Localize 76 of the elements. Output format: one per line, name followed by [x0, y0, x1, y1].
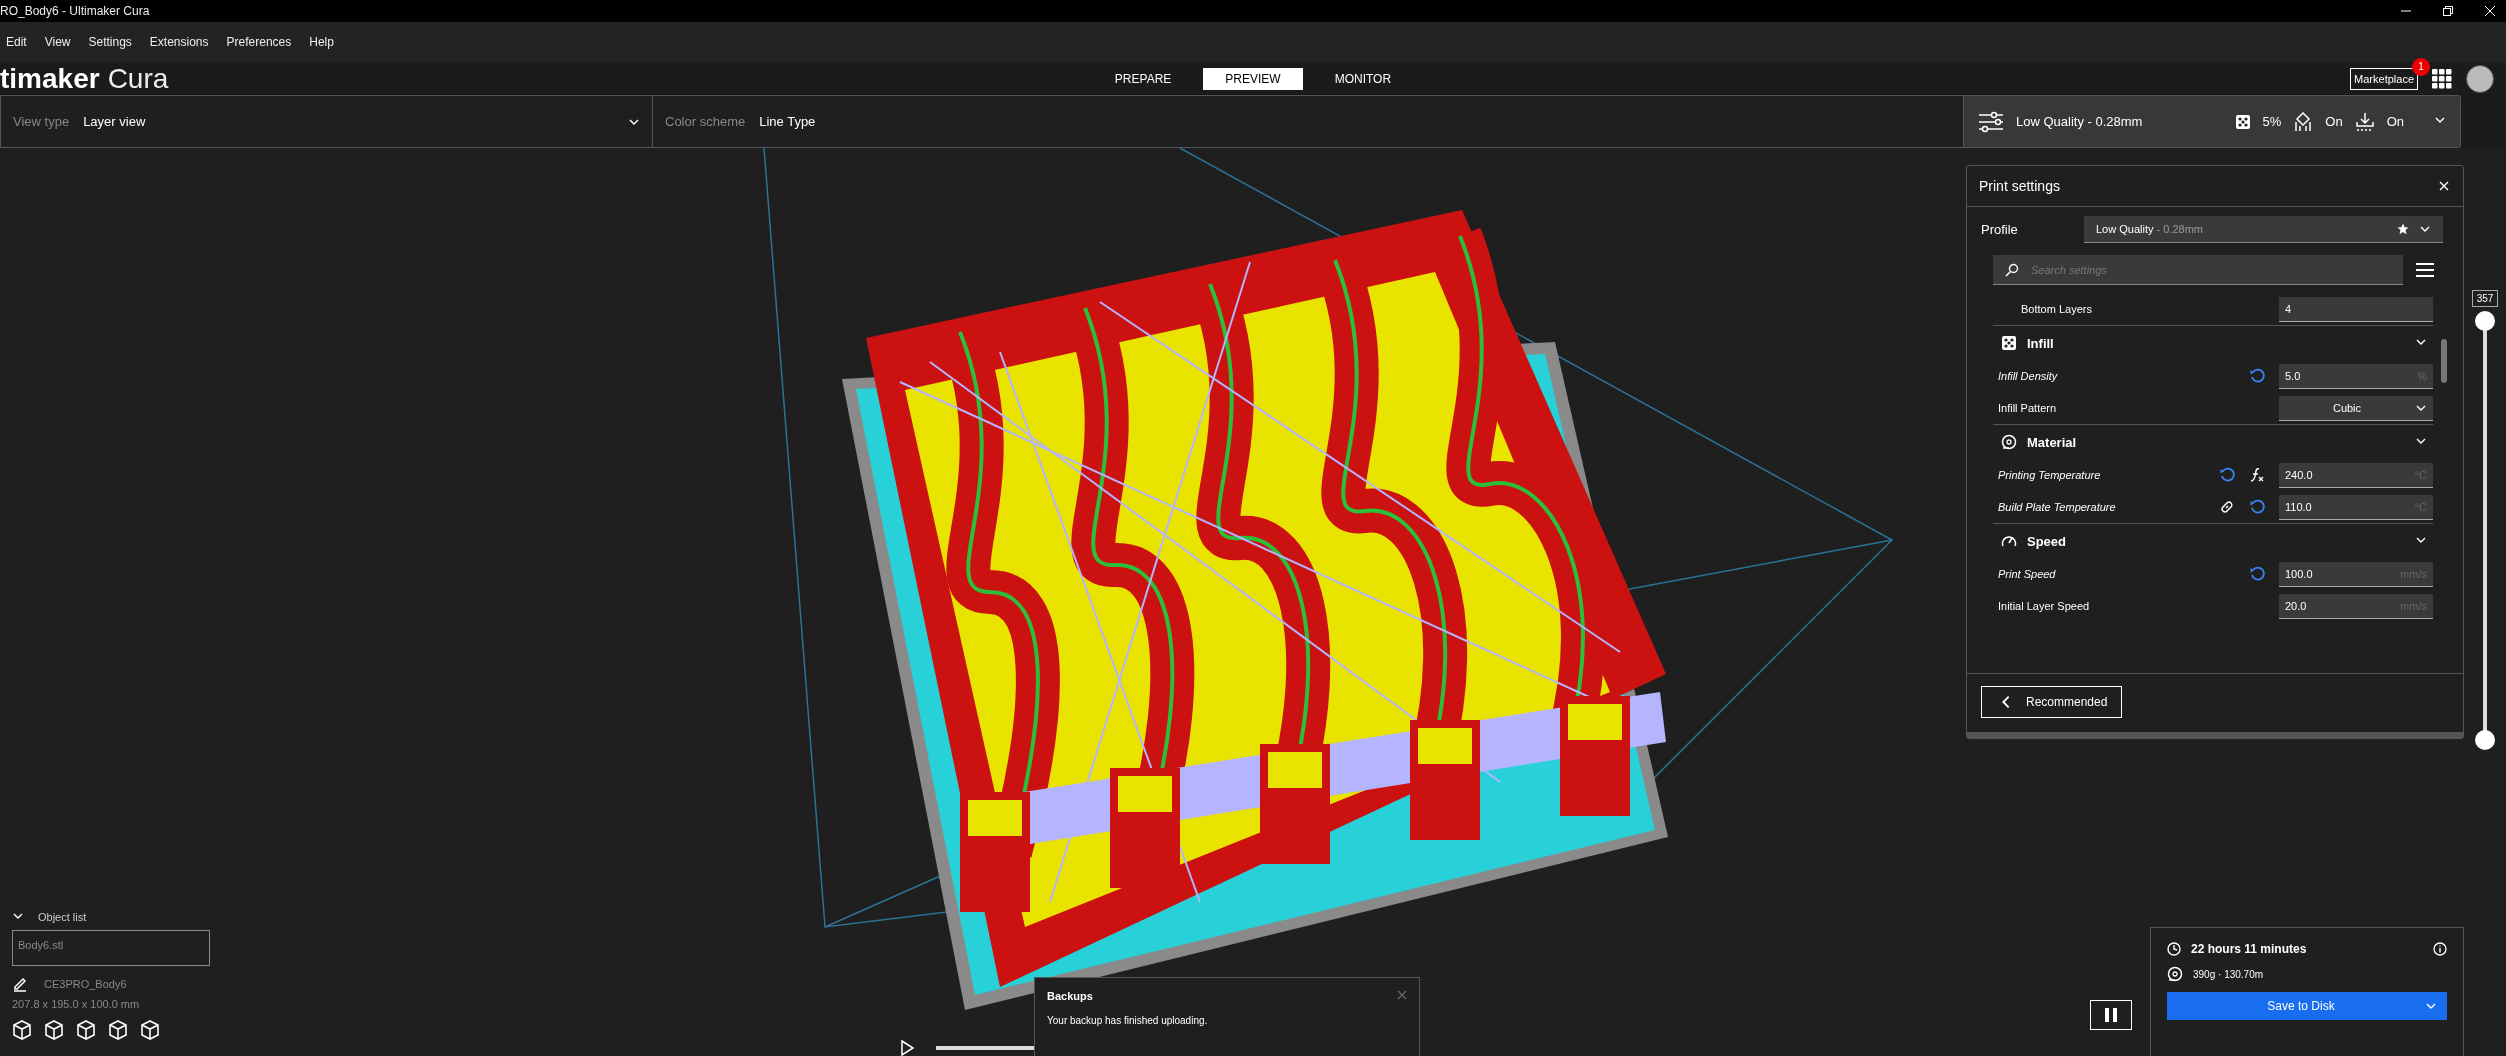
dropdown-field[interactable]: Cubic — [2279, 395, 2433, 421]
object-list-title[interactable]: Object list — [38, 911, 87, 923]
reset-icon[interactable] — [2249, 566, 2265, 582]
spool-icon — [2001, 434, 2017, 450]
save-to-disk-button[interactable]: Save to Disk — [2167, 992, 2447, 1020]
color-scheme-dropdown[interactable]: Color scheme Line Type — [653, 96, 1963, 147]
gauge-icon — [2001, 533, 2017, 549]
profile-label: Profile — [1981, 221, 2019, 237]
pencil-icon[interactable] — [12, 976, 28, 992]
menu-item[interactable]: Help — [305, 35, 348, 49]
reset-icon[interactable] — [2249, 499, 2265, 515]
info-icon[interactable] — [2433, 942, 2447, 956]
category-header[interactable]: Speed — [2017, 533, 2415, 549]
formula-icon[interactable] — [2249, 467, 2265, 483]
notification-title: Backups — [1047, 989, 1093, 1002]
menu-item[interactable]: Settings — [84, 35, 146, 49]
scrollbar[interactable] — [2441, 339, 2447, 383]
reset-icon[interactable] — [2219, 467, 2235, 483]
restore-icon[interactable] — [2442, 5, 2454, 17]
infill-icon — [2001, 335, 2017, 351]
menu-item[interactable]: View — [40, 35, 85, 49]
recommended-button[interactable]: Recommended — [1981, 686, 2123, 718]
panel-title: Print settings — [1979, 178, 2060, 194]
setting-label: Printing Temperature — [1997, 469, 2102, 481]
search-bar[interactable]: Search settings — [1993, 255, 2403, 285]
setting-label: Bottom Layers — [2020, 303, 2093, 315]
infill-icon — [2234, 113, 2251, 130]
pause-button[interactable] — [2090, 1000, 2132, 1030]
menu-item[interactable]: Preferences — [222, 35, 306, 49]
setting-label: Infill Density — [1997, 370, 2059, 382]
logo-text: timaker — [0, 64, 100, 93]
marketplace-button[interactable]: Marketplace — [2350, 67, 2418, 90]
notification-message: Your backup has finished uploading. — [1047, 1015, 1209, 1026]
model-dimensions: 207.8 x 195.0 x 100.0 mm — [12, 998, 141, 1010]
clock-icon — [2167, 942, 2181, 956]
job-name: CE3PRO_Body6 — [44, 978, 127, 990]
number-field[interactable]: 5.0 % — [2279, 363, 2433, 389]
stage-tab[interactable]: MONITOR — [1312, 67, 1414, 90]
cube-icon[interactable] — [108, 1020, 128, 1040]
support-icon — [2293, 111, 2314, 132]
menu-item[interactable]: Extensions — [145, 35, 223, 49]
setting-label: Infill Pattern — [1997, 402, 2058, 414]
category-header[interactable]: Material — [2017, 434, 2415, 450]
material-estimate: 390g · 130.70m — [2193, 968, 2264, 980]
layer-number: 357 — [2471, 290, 2499, 307]
star-icon — [2397, 222, 2409, 235]
play-icon[interactable] — [900, 1040, 914, 1056]
cube-icon[interactable] — [76, 1020, 96, 1040]
link-icon[interactable] — [2219, 499, 2235, 515]
download-tray-icon — [2354, 111, 2375, 132]
menu-item[interactable]: Edit — [0, 35, 41, 49]
menu-icon[interactable] — [2415, 262, 2435, 278]
view-type-dropdown[interactable]: View type Layer view — [1, 96, 653, 147]
reset-icon[interactable] — [2249, 368, 2265, 384]
setting-label: Build Plate Temperature — [1997, 501, 2117, 513]
setting-label: Print Speed — [1997, 568, 2057, 580]
cube-icon[interactable] — [44, 1020, 64, 1040]
profile-dropdown[interactable]: Low Quality - 0.28mm — [2084, 215, 2443, 243]
search-field[interactable]: Search settings — [2029, 262, 2391, 277]
setting-label: Initial Layer Speed — [1997, 600, 2091, 612]
spool-icon — [2167, 966, 2183, 982]
layer-slider[interactable] — [2475, 311, 2495, 750]
print-setup-selector[interactable]: Low Quality - 0.28mm 5% On On — [1963, 95, 2461, 148]
window-title: RO_Body6 - Ultimaker Cura — [0, 4, 150, 18]
avatar[interactable] — [2466, 64, 2494, 93]
cube-icon[interactable] — [12, 1020, 32, 1040]
cube-icon[interactable] — [140, 1020, 160, 1040]
category-header[interactable]: Infill — [2017, 335, 2415, 351]
print-time: 22 hours 11 minutes — [2191, 942, 2308, 956]
number-field[interactable]: 4 — [2279, 296, 2433, 322]
logo-text: Cura — [107, 64, 169, 93]
stage-tab[interactable]: PREPARE — [1092, 67, 1194, 90]
search-icon — [2005, 262, 2019, 277]
sliders-icon — [1978, 110, 2004, 133]
apps-grid-icon[interactable] — [2432, 68, 2452, 89]
stage-tab[interactable]: PREVIEW — [1203, 67, 1303, 90]
